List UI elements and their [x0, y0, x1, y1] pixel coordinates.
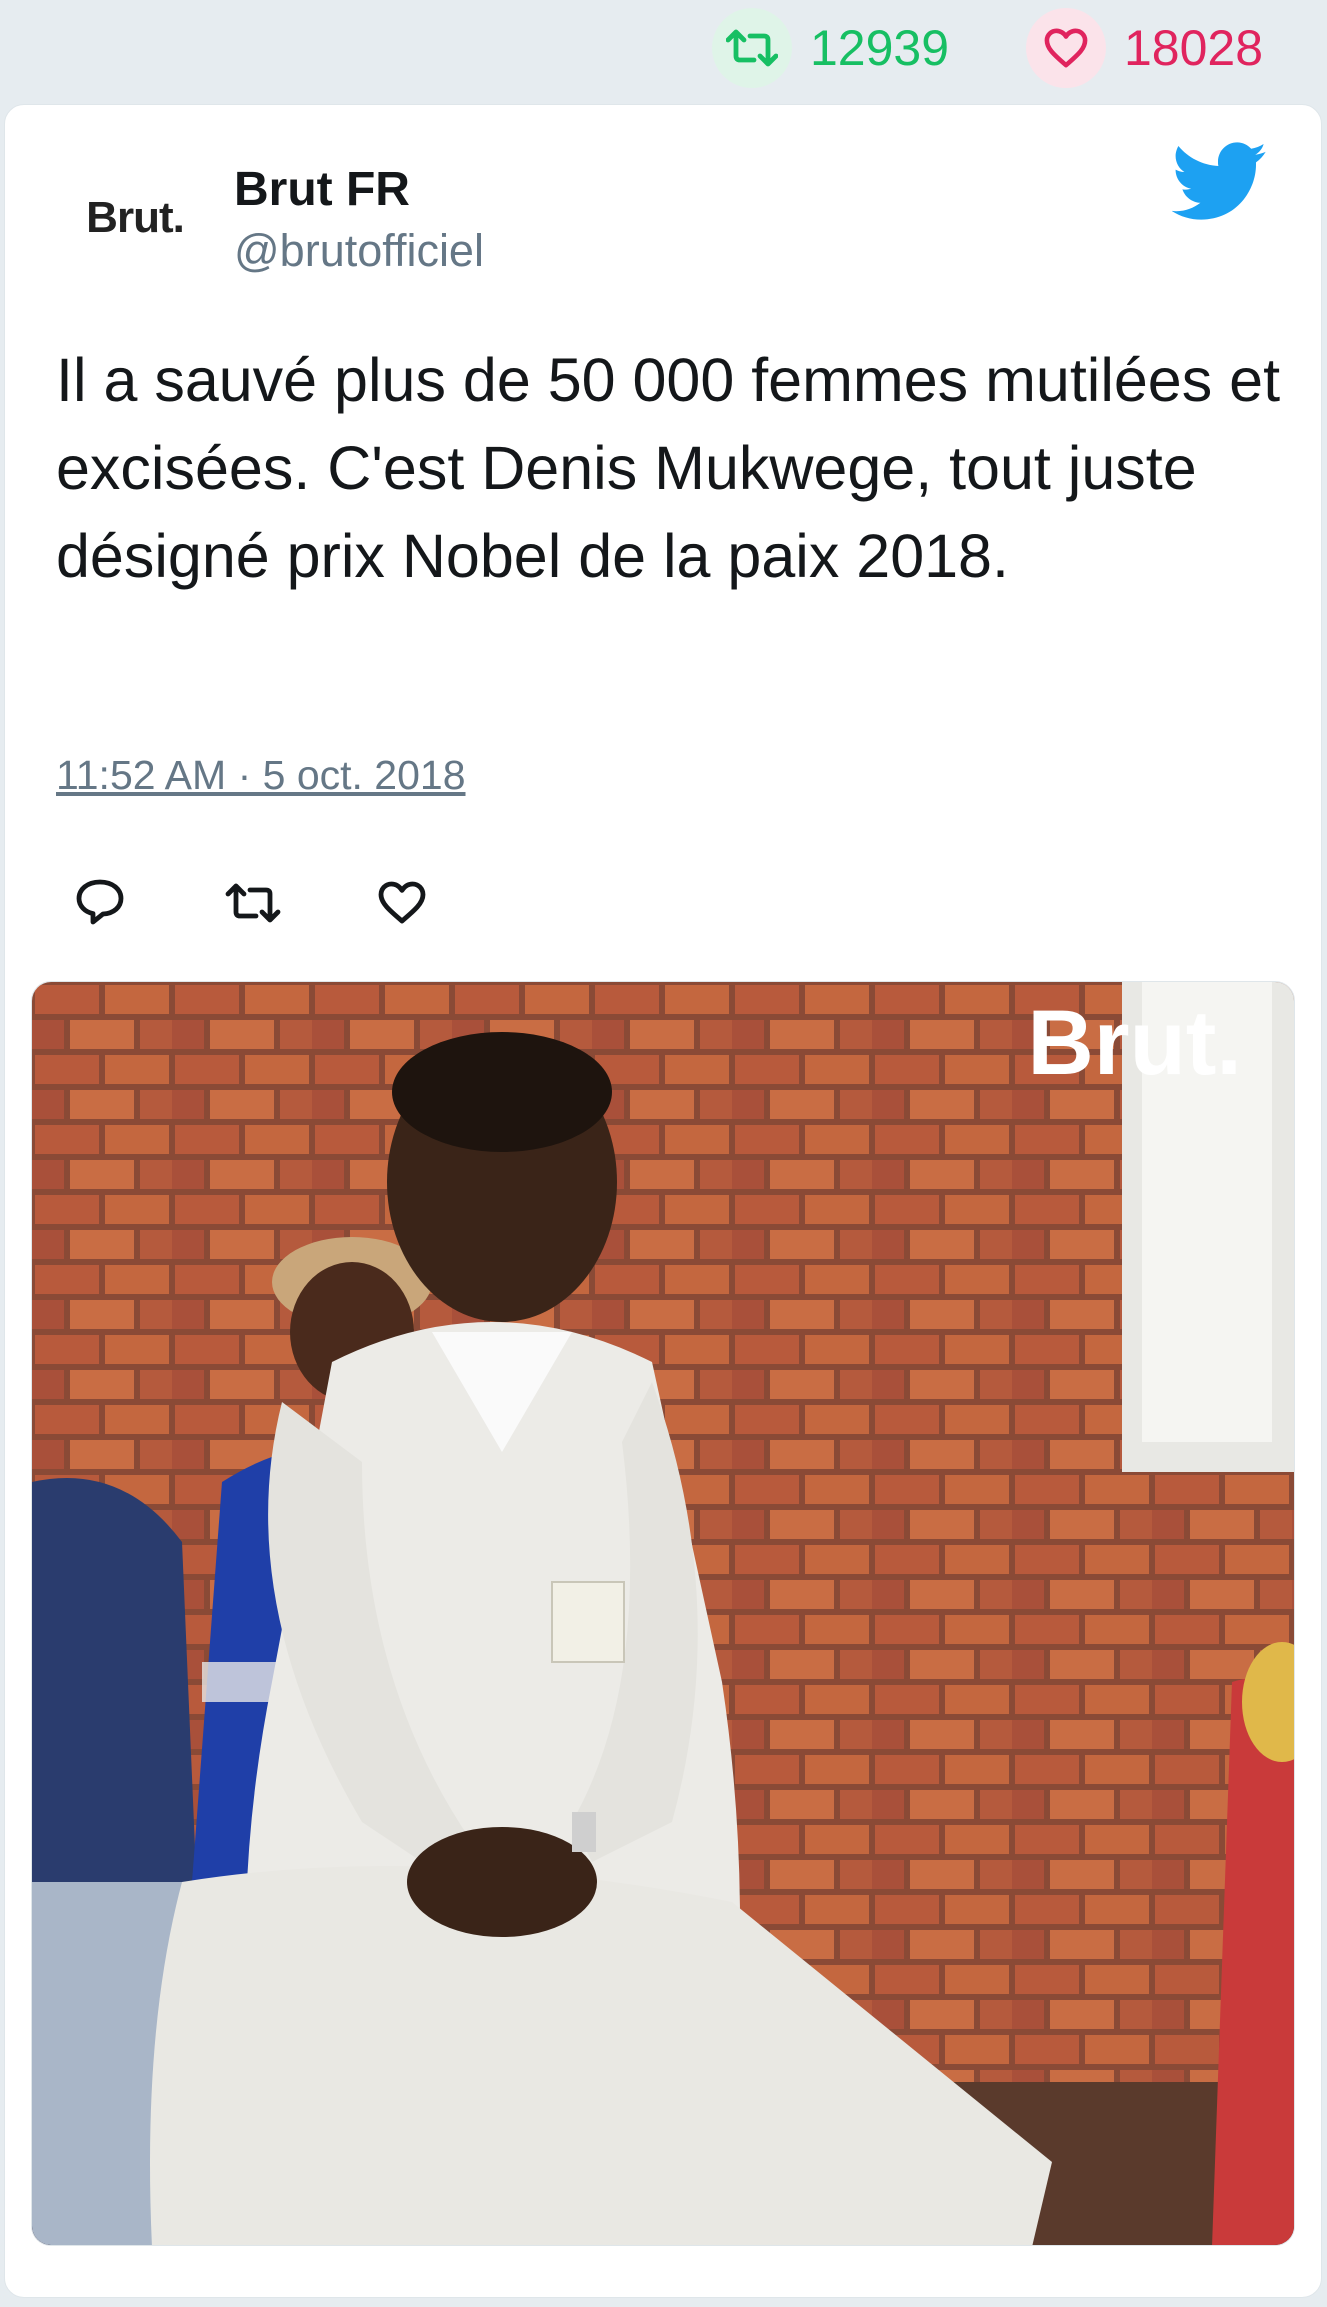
like-stat[interactable]: 18028: [1026, 8, 1263, 88]
avatar[interactable]: Brut.: [70, 168, 200, 268]
author-name[interactable]: Brut FR: [234, 162, 410, 217]
retweet-button[interactable]: [220, 872, 281, 932]
retweet-stat[interactable]: 12939: [712, 8, 949, 88]
heart-icon: [378, 881, 426, 924]
retweet-icon: [225, 883, 281, 923]
tweet-text: Il a sauvé plus de 50 000 femmes mutilée…: [56, 346, 1281, 590]
tweet-media-image[interactable]: Brut.: [31, 981, 1295, 2246]
tweet-timestamp[interactable]: 11:52 AM · 5 oct. 2018: [56, 752, 466, 799]
tweet-stats-bar: 12939 18028: [0, 0, 1327, 100]
author-handle[interactable]: @brutofficiel: [234, 225, 484, 277]
retweet-count: 12939: [810, 20, 950, 76]
reply-button[interactable]: [70, 872, 130, 932]
avatar-logo-text: Brut.: [86, 193, 185, 242]
media-photo: Brut.: [32, 982, 1294, 2245]
media-watermark: Brut.: [1027, 992, 1242, 1094]
retweet-icon: [712, 8, 792, 88]
speech-bubble-icon: [76, 879, 124, 925]
like-button[interactable]: [372, 872, 432, 932]
like-count: 18028: [1124, 20, 1264, 76]
heart-icon: [1026, 8, 1106, 88]
twitter-bird-icon[interactable]: [1172, 140, 1268, 224]
